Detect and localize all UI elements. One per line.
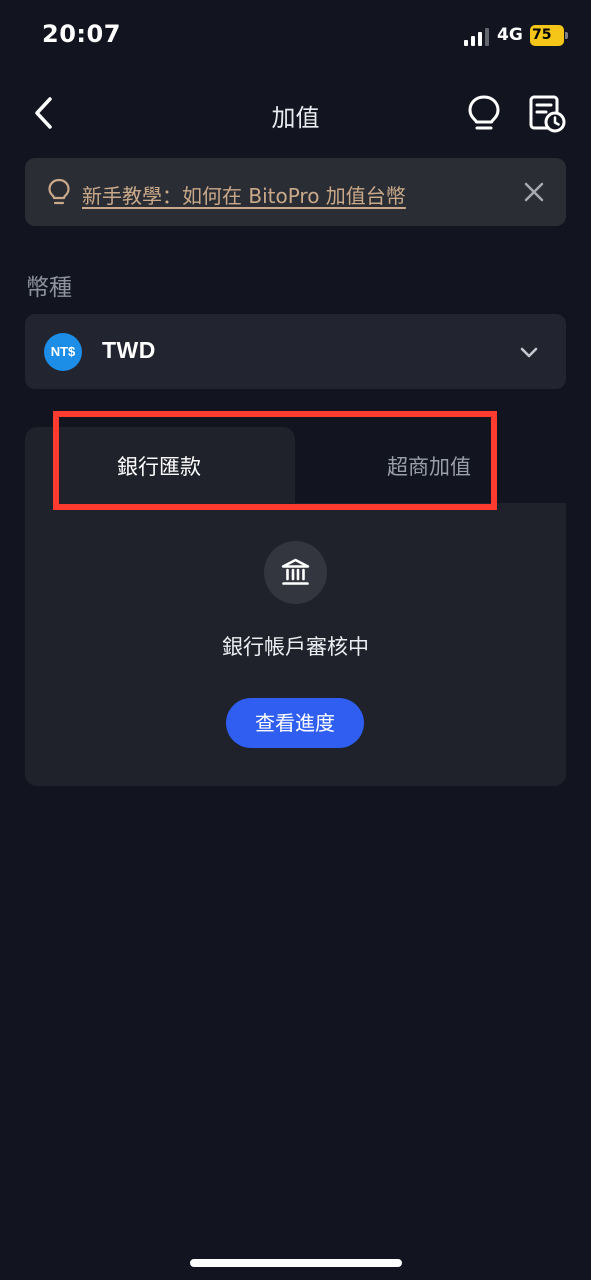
- ntd-coin-icon: NT$: [44, 333, 82, 371]
- currency-code: TWD: [102, 337, 156, 363]
- view-progress-button[interactable]: 查看進度: [226, 698, 364, 748]
- signal-icon: [464, 28, 490, 46]
- page-title: 加值: [271, 104, 320, 132]
- battery-icon: 75: [530, 25, 568, 46]
- status-bar: 20:07 4G 75: [0, 0, 591, 72]
- close-icon: [524, 182, 544, 202]
- currency-label: 幣種: [26, 275, 72, 301]
- home-indicator[interactable]: [190, 1259, 402, 1267]
- highlight-annotation: [53, 411, 497, 510]
- lightbulb-icon: [48, 178, 70, 205]
- battery-level: 75: [530, 25, 564, 46]
- history-button[interactable]: [526, 94, 566, 134]
- bank-account-status: 銀行帳戶審核中: [222, 635, 369, 659]
- history-document-icon: [529, 95, 566, 133]
- nav-bar: 加值: [0, 80, 591, 146]
- bank-status-panel: 銀行帳戶審核中 查看進度: [25, 503, 566, 786]
- status-time: 20:07: [42, 20, 121, 48]
- bank-icon-badge: [264, 541, 327, 604]
- tutorial-banner: 新手教學：如何在 BitoPro 加值台幣: [25, 158, 566, 226]
- lightbulb-icon: [468, 95, 500, 130]
- banner-close-button[interactable]: [520, 178, 548, 206]
- chevron-down-icon: [520, 347, 538, 358]
- tips-button[interactable]: [466, 94, 502, 132]
- tutorial-link[interactable]: 新手教學：如何在 BitoPro 加值台幣: [82, 180, 406, 209]
- currency-select[interactable]: NT$ TWD: [25, 314, 566, 389]
- network-label: 4G: [497, 25, 523, 45]
- bank-icon: [281, 558, 310, 585]
